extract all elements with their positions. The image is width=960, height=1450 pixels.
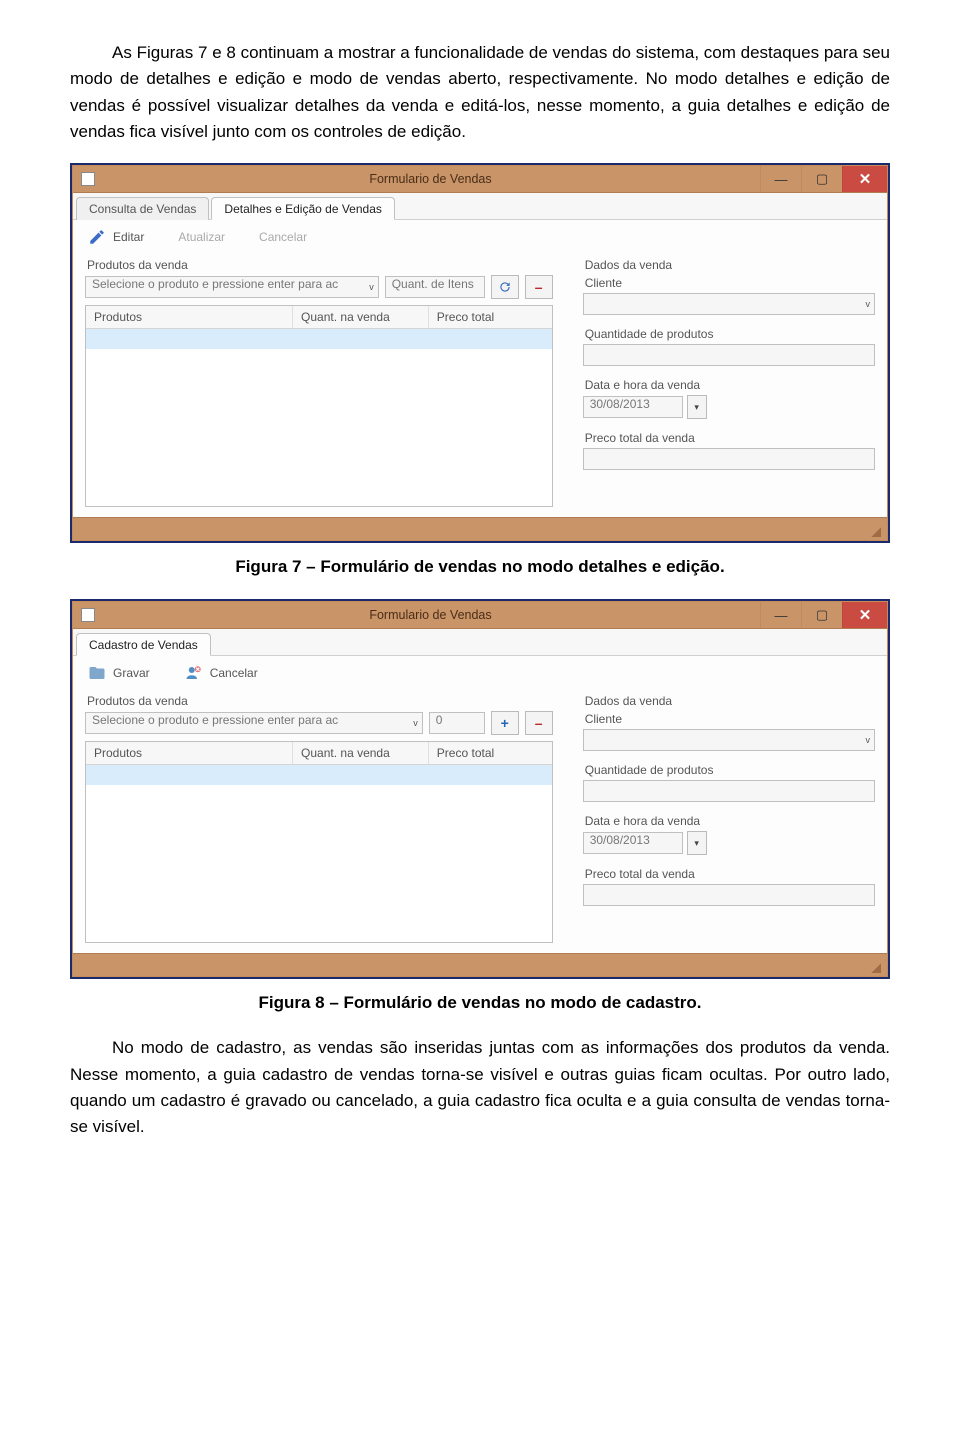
editar-button[interactable]: Editar [87, 228, 144, 246]
tab-cadastro[interactable]: Cadastro de Vendas [76, 633, 211, 656]
products-section-label: Produtos da venda [87, 258, 553, 272]
close-button[interactable]: ✕ [842, 602, 887, 628]
client-select[interactable] [583, 729, 875, 751]
statusbar [73, 953, 887, 976]
qty-products-input[interactable] [583, 780, 875, 802]
col-price: Preco total [429, 742, 552, 764]
product-select[interactable]: Selecione o produto e pressione enter pa… [85, 712, 423, 734]
minimize-button[interactable]: — [760, 166, 801, 192]
figure-8-caption: Figura 8 – Formulário de vendas no modo … [70, 993, 890, 1013]
statusbar [73, 517, 887, 540]
app-window: Formulario de Vendas — ▢ ✕ Cadastro de V… [72, 601, 888, 977]
col-qty: Quant. na venda [293, 306, 429, 328]
total-input[interactable] [583, 884, 875, 906]
date-input[interactable]: 30/08/2013 [583, 832, 683, 854]
maximize-button[interactable]: ▢ [801, 166, 842, 192]
cancelar-button[interactable]: Cancelar [184, 664, 258, 682]
resize-grip-icon[interactable] [865, 521, 881, 537]
atualizar-label: Atualizar [178, 230, 225, 244]
refresh-icon-button[interactable] [491, 275, 519, 299]
qty-products-label: Quantidade de produtos [585, 763, 875, 777]
titlebar: Formulario de Vendas — ▢ ✕ [73, 166, 887, 193]
col-qty: Quant. na venda [293, 742, 429, 764]
toolbar: Editar Atualizar Cancelar [73, 220, 887, 254]
window-title: Formulario de Vendas [101, 172, 760, 186]
datetime-label: Data e hora da venda [585, 814, 875, 828]
tab-detalhes[interactable]: Detalhes e Edição de Vendas [211, 197, 394, 220]
sale-data-section-label: Dados da venda [585, 694, 875, 708]
date-input[interactable]: 30/08/2013 [583, 396, 683, 418]
toolbar: Gravar Cancelar [73, 656, 887, 690]
products-grid[interactable]: Produtos Quant. na venda Preco total [85, 741, 553, 943]
form-body: Produtos da venda Selecione o produto e … [73, 254, 887, 517]
qty-input[interactable]: Quant. de Itens [385, 276, 485, 298]
products-grid[interactable]: Produtos Quant. na venda Preco total [85, 305, 553, 507]
figure-8-window: Formulario de Vendas — ▢ ✕ Cadastro de V… [70, 599, 890, 979]
editar-label: Editar [113, 230, 144, 244]
paragraph-2: No modo de cadastro, as vendas são inser… [70, 1035, 890, 1140]
close-button[interactable]: ✕ [842, 166, 887, 192]
col-price: Preco total [429, 306, 552, 328]
app-window: Formulario de Vendas — ▢ ✕ Consulta de V… [72, 165, 888, 541]
figure-7-caption: Figura 7 – Formulário de vendas no modo … [70, 557, 890, 577]
paragraph-1: As Figuras 7 e 8 continuam a mostrar a f… [70, 40, 890, 145]
grid-selected-row[interactable] [86, 765, 552, 785]
qty-input[interactable]: 0 [429, 712, 485, 734]
client-label: Cliente [585, 276, 875, 290]
grid-header: Produtos Quant. na venda Preco total [86, 742, 552, 765]
qty-products-label: Quantidade de produtos [585, 327, 875, 341]
grid-selected-row[interactable] [86, 329, 552, 349]
client-select[interactable] [583, 293, 875, 315]
col-products: Produtos [86, 306, 293, 328]
total-label: Preco total da venda [585, 867, 875, 881]
cancelar-label: Cancelar [259, 230, 307, 244]
cancelar-label: Cancelar [210, 666, 258, 680]
folder-icon [87, 664, 107, 682]
maximize-button[interactable]: ▢ [801, 602, 842, 628]
remove-product-button[interactable]: – [525, 711, 553, 735]
grid-empty-area [86, 785, 552, 940]
user-cancel-icon [184, 664, 204, 682]
window-title: Formulario de Vendas [101, 608, 760, 622]
sale-data-section-label: Dados da venda [585, 258, 875, 272]
gravar-button[interactable]: Gravar [87, 664, 150, 682]
gravar-label: Gravar [113, 666, 150, 680]
window-icon [81, 172, 95, 186]
products-column: Produtos da venda Selecione o produto e … [85, 690, 553, 943]
system-buttons: — ▢ ✕ [760, 166, 887, 192]
tabstrip: Consulta de Vendas Detalhes e Edição de … [73, 193, 887, 220]
cancelar-button[interactable]: Cancelar [259, 230, 307, 244]
figure-7-window: Formulario de Vendas — ▢ ✕ Consulta de V… [70, 163, 890, 543]
form-body: Produtos da venda Selecione o produto e … [73, 690, 887, 953]
pencil-icon [87, 228, 107, 246]
sale-data-column: Dados da venda Cliente Quantidade de pro… [583, 254, 875, 507]
date-picker-button[interactable]: ▾ [687, 831, 707, 855]
client-label: Cliente [585, 712, 875, 726]
grid-header: Produtos Quant. na venda Preco total [86, 306, 552, 329]
grid-empty-area [86, 349, 552, 504]
datetime-label: Data e hora da venda [585, 378, 875, 392]
atualizar-button[interactable]: Atualizar [178, 230, 225, 244]
qty-products-input[interactable] [583, 344, 875, 366]
products-column: Produtos da venda Selecione o produto e … [85, 254, 553, 507]
resize-grip-icon[interactable] [865, 957, 881, 973]
tab-consulta[interactable]: Consulta de Vendas [76, 197, 209, 220]
system-buttons: — ▢ ✕ [760, 602, 887, 628]
tabstrip: Cadastro de Vendas [73, 629, 887, 656]
col-products: Produtos [86, 742, 293, 764]
product-select[interactable]: Selecione o produto e pressione enter pa… [85, 276, 379, 298]
add-product-button[interactable]: + [491, 711, 519, 735]
total-label: Preco total da venda [585, 431, 875, 445]
date-picker-button[interactable]: ▾ [687, 395, 707, 419]
sale-data-column: Dados da venda Cliente Quantidade de pro… [583, 690, 875, 943]
titlebar: Formulario de Vendas — ▢ ✕ [73, 602, 887, 629]
products-section-label: Produtos da venda [87, 694, 553, 708]
minimize-button[interactable]: — [760, 602, 801, 628]
remove-product-button[interactable]: – [525, 275, 553, 299]
window-icon [81, 608, 95, 622]
total-input[interactable] [583, 448, 875, 470]
